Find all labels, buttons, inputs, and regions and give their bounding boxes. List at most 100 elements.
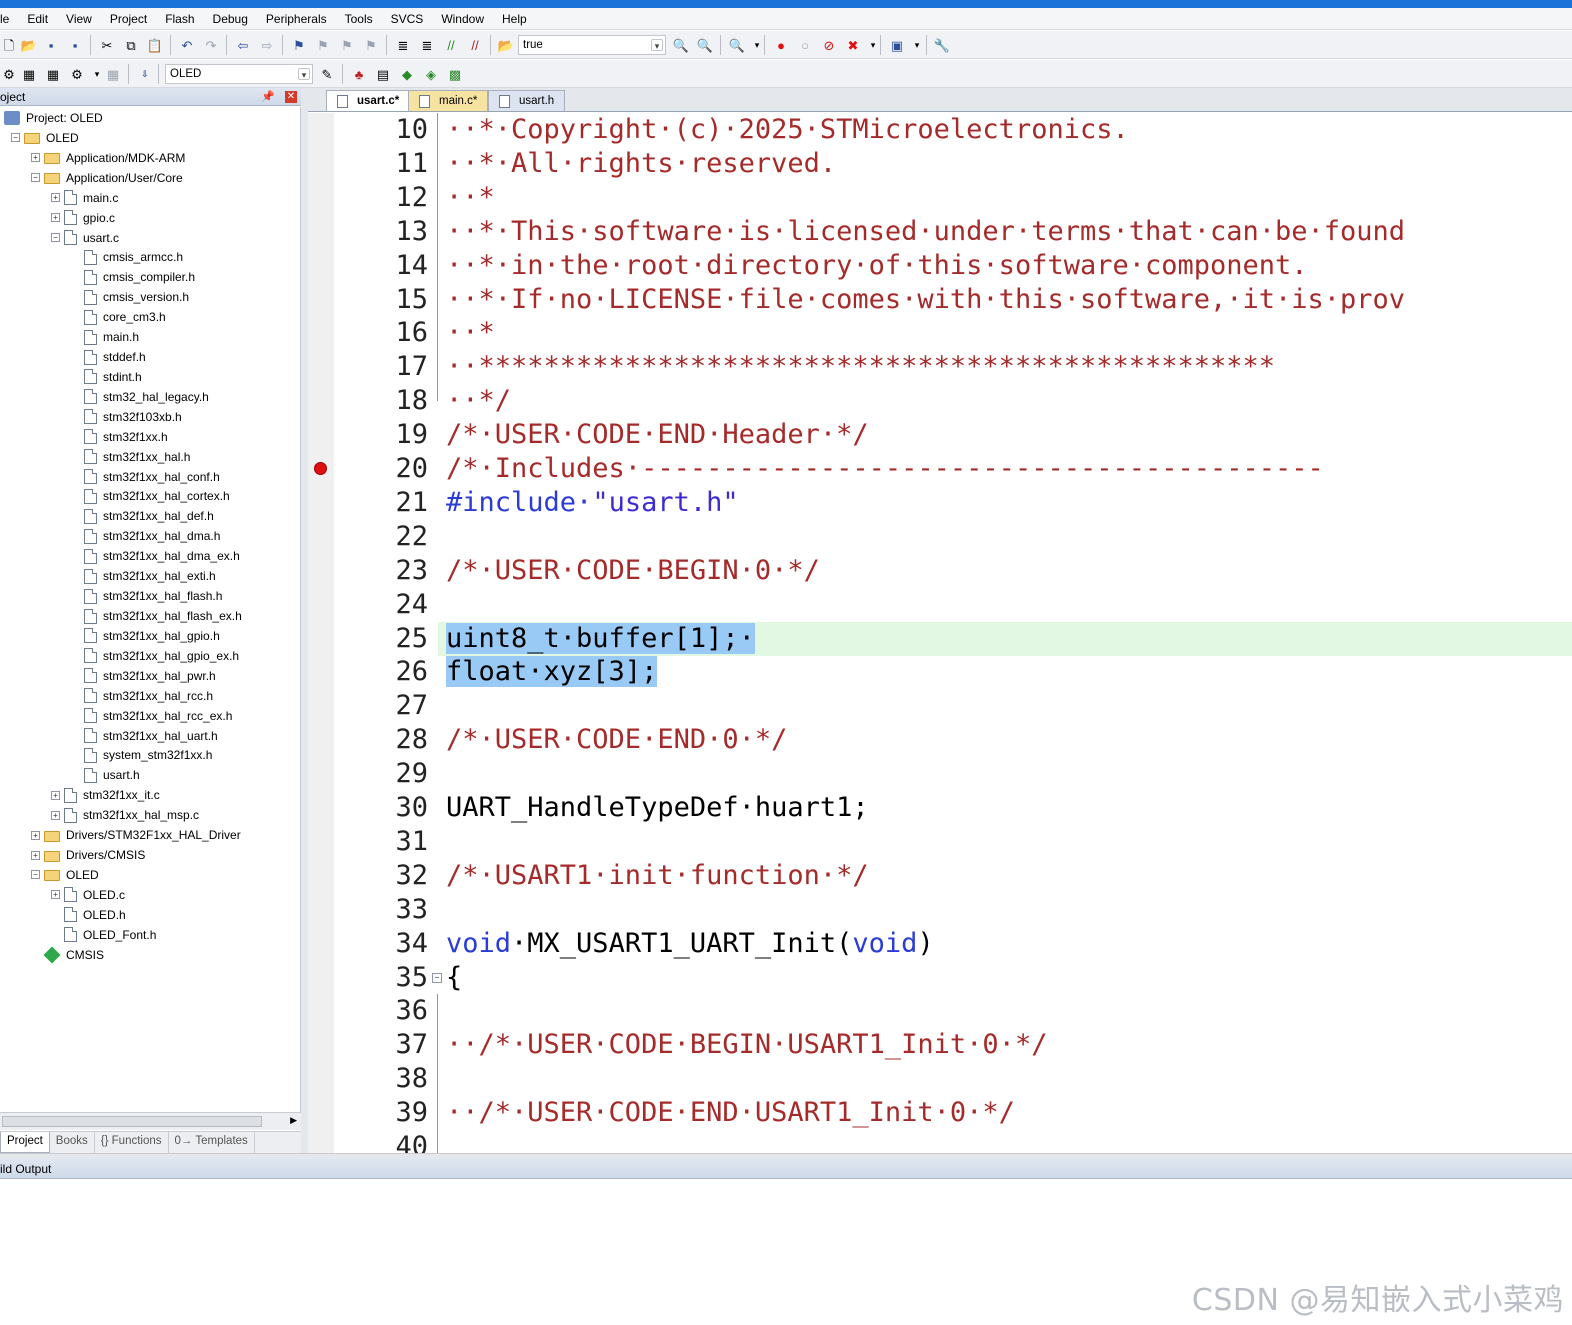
- code-line[interactable]: 33: [308, 893, 1572, 927]
- kill-breakpoints-icon[interactable]: ✖: [844, 36, 862, 54]
- navigate-back-icon[interactable]: ⇦: [234, 36, 252, 54]
- code-line[interactable]: 22: [308, 520, 1572, 554]
- bookmark-icon[interactable]: ⚑: [290, 36, 308, 54]
- disable-breakpoints-icon[interactable]: ⊘: [820, 36, 838, 54]
- new-file-icon[interactable]: 🗋: [0, 36, 18, 54]
- code-line[interactable]: 36: [308, 994, 1572, 1028]
- tree-item[interactable]: stm32f1xx_hal.h: [71, 447, 190, 467]
- code-line[interactable]: 14 ··*·in·the·root·directory·of·this·soft…: [308, 249, 1572, 283]
- tree-item[interactable]: stm32f1xx_hal_dma.h: [71, 526, 220, 546]
- tree-item[interactable]: stm32f1xx_hal_rcc_ex.h: [71, 706, 232, 726]
- uncomment-icon[interactable]: //: [466, 36, 484, 54]
- copy-icon[interactable]: ⧉: [122, 36, 140, 54]
- tree-item[interactable]: stm32f1xx_hal_flash.h: [71, 586, 222, 606]
- code-line[interactable]: 29: [308, 757, 1572, 791]
- tree-item[interactable]: − OLED: [11, 128, 79, 148]
- expand-icon[interactable]: +: [51, 213, 60, 223]
- tree-item[interactable]: core_cm3.h: [71, 307, 166, 327]
- code-line[interactable]: 20 /*·Includes·--------------------------…: [308, 452, 1572, 486]
- redo-icon[interactable]: ↷: [202, 36, 220, 54]
- tab-templates[interactable]: 0→ Templates: [169, 1132, 255, 1153]
- pack-installer-icon[interactable]: ▩: [446, 65, 464, 83]
- menu-item-peripherals[interactable]: Peripherals: [266, 12, 336, 26]
- code-line[interactable]: 10 ··*·Copyright·(c)·2025·STMicroelectron…: [308, 113, 1572, 147]
- find-combo[interactable]: true ▾: [518, 35, 666, 55]
- batch-build-icon[interactable]: ⚙: [68, 65, 86, 83]
- tree-item[interactable]: + OLED.c: [51, 885, 125, 905]
- tree-item[interactable]: usart.h: [71, 765, 140, 785]
- tree-item[interactable]: stddef.h: [71, 347, 146, 367]
- pin-icon[interactable]: 📌: [261, 88, 275, 106]
- tree-item[interactable]: + stm32f1xx_it.c: [51, 785, 160, 805]
- scroll-right-icon[interactable]: ▶: [290, 1115, 297, 1126]
- tree-item[interactable]: main.h: [71, 327, 139, 347]
- expand-icon[interactable]: +: [31, 830, 40, 840]
- tree-item[interactable]: stm32f1xx_hal_conf.h: [71, 467, 220, 487]
- code-line[interactable]: 32 /*·USART1·init·function·*/: [308, 859, 1572, 893]
- collapse-icon[interactable]: −: [11, 133, 20, 143]
- tree-item[interactable]: + stm32f1xx_hal_msp.c: [51, 805, 199, 825]
- collapse-icon[interactable]: −: [51, 233, 60, 243]
- collapse-icon[interactable]: −: [31, 173, 40, 183]
- code-line[interactable]: 28 /*·USER·CODE·END·0·*/: [308, 723, 1572, 757]
- menu-item-debug[interactable]: Debug: [213, 12, 257, 26]
- code-line[interactable]: 12 ··*: [308, 181, 1572, 215]
- panel-splitter[interactable]: [301, 88, 308, 1153]
- tree-item[interactable]: OLED.h: [51, 905, 126, 925]
- expand-icon[interactable]: +: [31, 153, 40, 163]
- collapse-icon[interactable]: −: [432, 972, 442, 983]
- tree-item[interactable]: cmsis_armcc.h: [71, 247, 183, 267]
- menu-item-flash[interactable]: Flash: [165, 12, 203, 26]
- rebuild-icon[interactable]: ▦: [44, 65, 62, 83]
- menu-item-window[interactable]: Window: [441, 12, 493, 26]
- find-in-files-icon[interactable]: 📂: [497, 36, 515, 54]
- tree-item[interactable]: + gpio.c: [51, 208, 115, 228]
- tree-item[interactable]: + Drivers/CMSIS: [31, 845, 145, 865]
- next-bookmark-icon[interactable]: ⚑: [338, 36, 356, 54]
- code-line[interactable]: 27: [308, 689, 1572, 723]
- configure-icon[interactable]: 🔧: [933, 36, 951, 54]
- cut-icon[interactable]: ✂: [98, 36, 116, 54]
- code-line[interactable]: 15 ··*·If·no·LICENSE·file·comes·with·this…: [308, 283, 1572, 317]
- indent-icon[interactable]: ≣: [394, 36, 412, 54]
- manage-multi-project-icon[interactable]: ▤: [374, 65, 392, 83]
- code-line[interactable]: 25 uint8_t·buffer[1];·: [308, 622, 1572, 656]
- menu-item-svcs[interactable]: SVCS: [391, 12, 433, 26]
- select-packs-icon[interactable]: ◈: [422, 65, 440, 83]
- tree-item[interactable]: Project: OLED: [4, 108, 103, 128]
- tab-project[interactable]: Project: [0, 1132, 50, 1153]
- code-line[interactable]: 17 ··************************************…: [308, 350, 1572, 384]
- save-all-icon[interactable]: ▪: [66, 36, 84, 54]
- enable-breakpoint-icon[interactable]: ○: [796, 36, 814, 54]
- tree-item[interactable]: − OLED: [31, 865, 99, 885]
- breakpoint-icon[interactable]: [314, 462, 327, 475]
- prev-bookmark-icon[interactable]: ⚑: [314, 36, 332, 54]
- tree-item[interactable]: − Application/User/Core: [31, 168, 183, 188]
- tree-item[interactable]: cmsis_version.h: [71, 287, 189, 307]
- insert-breakpoint-icon[interactable]: ●: [772, 36, 790, 54]
- tree-item[interactable]: stm32f1xx_hal_uart.h: [71, 726, 218, 746]
- chevron-down-icon[interactable]: ▾: [651, 39, 663, 51]
- code-line[interactable]: 35−{: [308, 961, 1572, 995]
- tree-item[interactable]: stm32f1xx_hal_rcc.h: [71, 686, 213, 706]
- menu-item-tools[interactable]: Tools: [345, 12, 382, 26]
- tree-item[interactable]: CMSIS: [31, 945, 104, 965]
- code-line[interactable]: 31: [308, 825, 1572, 859]
- expand-icon[interactable]: +: [31, 850, 40, 860]
- tree-item[interactable]: stm32f1xx_hal_def.h: [71, 506, 214, 526]
- editor-tab[interactable]: usart.c*: [326, 90, 411, 111]
- tree-item[interactable]: stm32f1xx_hal_cortex.h: [71, 486, 230, 506]
- tree-item[interactable]: OLED_Font.h: [51, 925, 156, 945]
- target-options-icon[interactable]: ✎: [318, 65, 336, 83]
- code-line[interactable]: 24: [308, 588, 1572, 622]
- open-file-icon[interactable]: 📂: [20, 36, 38, 54]
- code-line[interactable]: 39 ··/*·USER·CODE·END·USART1_Init·0·*/: [308, 1096, 1572, 1130]
- find-icon[interactable]: 🔍: [672, 36, 690, 54]
- expand-icon[interactable]: +: [51, 890, 60, 900]
- code-line[interactable]: 23 /*·USER·CODE·BEGIN·0·*/: [308, 554, 1572, 588]
- code-line[interactable]: 18 ··*/: [308, 384, 1572, 418]
- code-line[interactable]: 30 UART_HandleTypeDef·huart1;: [308, 791, 1572, 825]
- menu-item-project[interactable]: Project: [110, 12, 156, 26]
- code-line[interactable]: 34 void·MX_USART1_UART_Init(void): [308, 927, 1572, 961]
- tree-item[interactable]: stm32_hal_legacy.h: [71, 387, 209, 407]
